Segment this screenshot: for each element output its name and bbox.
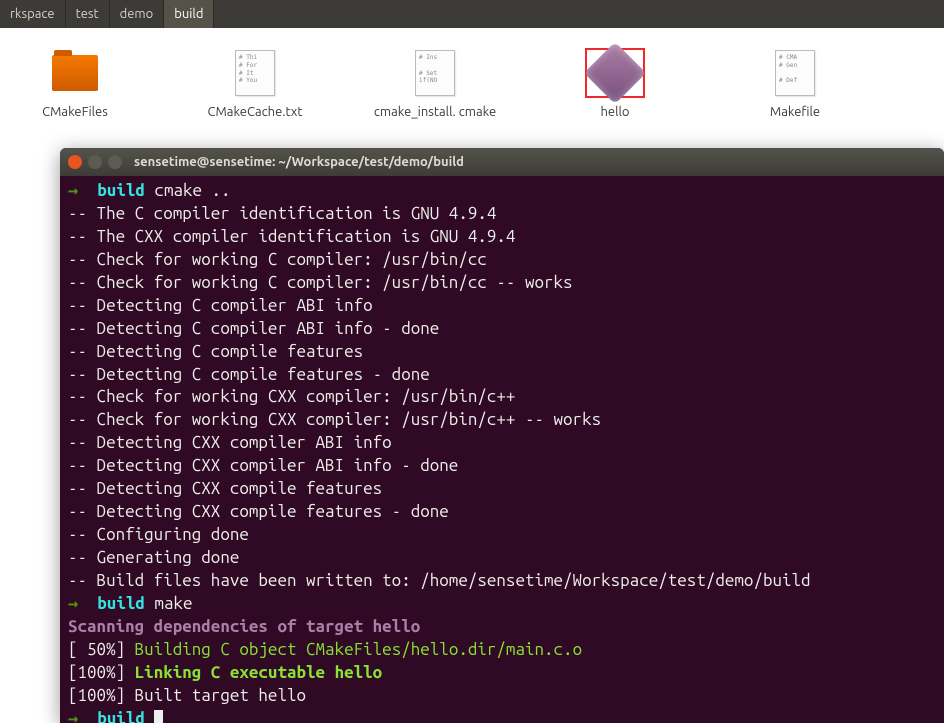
term-line: -- Check for working C compiler: /usr/bi… <box>68 273 573 292</box>
file-item-cmakecache[interactable]: # Thi # For # It # You CMakeCache.txt <box>190 48 320 121</box>
term-line: -- Detecting CXX compile features - done <box>68 502 449 521</box>
crumb-test[interactable]: test <box>66 0 110 28</box>
terminal-body[interactable]: → build cmake .. -- The C compiler ident… <box>60 176 944 723</box>
term-line: Building C object CMakeFiles/hello.dir/m… <box>135 640 582 659</box>
file-label: hello <box>600 104 629 121</box>
file-label: Makefile <box>770 104 820 121</box>
textfile-icon: # Thi # For # It # You <box>225 48 285 98</box>
file-item-cmakefiles[interactable]: CMakeFiles <box>10 48 140 121</box>
prompt-dir: build <box>97 594 145 613</box>
term-line: -- Detecting CXX compile features <box>68 479 382 498</box>
crumb-build[interactable]: build <box>164 0 214 28</box>
prompt-dir: build <box>97 709 145 723</box>
close-icon[interactable] <box>68 155 82 169</box>
term-line: -- Detecting C compile features - done <box>68 365 430 384</box>
file-label: cmake_install. cmake <box>374 104 496 121</box>
term-line: -- Detecting C compiler ABI info - done <box>68 319 439 338</box>
terminal-titlebar[interactable]: sensetime@sensetime: ~/Workspace/test/de… <box>60 148 944 176</box>
term-pct: [100%] <box>68 686 125 705</box>
prompt-dir: build <box>97 181 145 200</box>
breadcrumb: rkspace test demo build <box>0 0 944 28</box>
textfile-icon: # Ins # Set if(NO <box>405 48 465 98</box>
file-label: CMakeFiles <box>42 104 108 121</box>
term-line: -- Detecting CXX compiler ABI info <box>68 433 392 452</box>
term-line: -- Detecting C compiler ABI info <box>68 296 373 315</box>
term-pct: [ 50%] <box>68 640 125 659</box>
executable-icon <box>585 48 645 98</box>
term-line: -- Check for working CXX compiler: /usr/… <box>68 410 601 429</box>
crumb-workspace[interactable]: rkspace <box>0 0 66 28</box>
term-line: -- Detecting C compile features <box>68 342 363 361</box>
term-line: -- Detecting CXX compiler ABI info - don… <box>68 456 458 475</box>
term-line: -- Check for working CXX compiler: /usr/… <box>68 387 515 406</box>
file-item-cmakeinstall[interactable]: # Ins # Set if(NO cmake_install. cmake <box>370 48 500 121</box>
prompt-arrow-icon: → <box>68 181 97 200</box>
term-line: -- Configuring done <box>68 525 249 544</box>
file-item-hello[interactable]: hello <box>550 48 680 121</box>
term-line: Scanning dependencies of target hello <box>68 617 420 636</box>
textfile-icon: # CMA # Gen # Def <box>765 48 825 98</box>
prompt-cmd: make <box>154 594 192 613</box>
crumb-demo[interactable]: demo <box>110 0 165 28</box>
term-line: -- Generating done <box>68 548 239 567</box>
cursor-icon <box>154 710 163 723</box>
term-line: Linking C executable hello <box>135 663 383 682</box>
term-line: -- The C compiler identification is GNU … <box>68 204 496 223</box>
term-line: -- Build files have been written to: /ho… <box>68 571 811 590</box>
prompt-arrow-icon: → <box>68 709 97 723</box>
term-line: -- The CXX compiler identification is GN… <box>68 227 515 246</box>
terminal-title: sensetime@sensetime: ~/Workspace/test/de… <box>134 155 464 169</box>
file-label: CMakeCache.txt <box>208 104 303 121</box>
term-line: -- Check for working C compiler: /usr/bi… <box>68 250 487 269</box>
term-pct: [100%] <box>68 663 125 682</box>
minimize-icon[interactable] <box>88 155 102 169</box>
terminal-window: sensetime@sensetime: ~/Workspace/test/de… <box>60 148 944 723</box>
file-browser: CMakeFiles # Thi # For # It # You CMakeC… <box>0 28 944 151</box>
file-item-makefile[interactable]: # CMA # Gen # Def Makefile <box>730 48 860 121</box>
folder-icon <box>45 48 105 98</box>
prompt-cmd: cmake .. <box>154 181 230 200</box>
maximize-icon[interactable] <box>108 155 122 169</box>
term-line: Built target hello <box>135 686 306 705</box>
prompt-arrow-icon: → <box>68 594 97 613</box>
